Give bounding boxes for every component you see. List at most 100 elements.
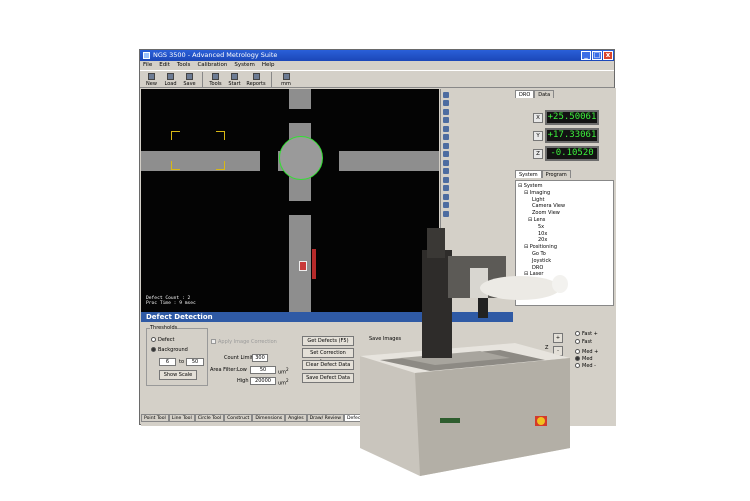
defect-marker[interactable] xyxy=(299,261,307,271)
print-icon[interactable] xyxy=(443,125,449,132)
tree-node[interactable]: Light xyxy=(518,197,611,204)
tools-label: Tools xyxy=(209,81,222,87)
threshold-to-label: to xyxy=(179,359,185,365)
menu-tools[interactable]: Tools xyxy=(177,61,191,70)
threshold-high-input[interactable]: 50 xyxy=(186,358,204,366)
unit-sup: 2 xyxy=(286,367,289,372)
radio-background[interactable]: Background xyxy=(151,347,188,353)
count-limit-input[interactable]: 300 xyxy=(252,354,268,362)
zero-z-button[interactable]: Z xyxy=(533,148,543,159)
radio-background-label: Background xyxy=(158,347,188,353)
menu-help[interactable]: Help xyxy=(262,61,275,70)
grid-icon[interactable] xyxy=(443,176,449,183)
low-input[interactable]: 50 xyxy=(250,366,276,374)
reports-button[interactable]: Reports xyxy=(244,71,268,88)
tab-dro[interactable]: DRO xyxy=(515,90,535,98)
get-defects-button[interactable]: Get Defects (F5) xyxy=(302,336,354,346)
save-defect-data-button[interactable]: Save Defect Data xyxy=(302,373,354,383)
play-icon[interactable] xyxy=(443,108,449,115)
eye-icon[interactable] xyxy=(443,142,449,149)
dro-z-row: Z -0.10520 xyxy=(533,146,599,161)
menu-calibration[interactable]: Calibration xyxy=(197,61,227,70)
trace-gap xyxy=(260,151,278,171)
close-button[interactable]: x xyxy=(603,51,613,60)
dro-x-row: X +25.50061 xyxy=(533,110,599,125)
tab-angles[interactable]: Angles xyxy=(285,414,307,422)
dro-x-value: +25.50061 xyxy=(545,110,599,125)
zoom-out-icon[interactable] xyxy=(443,159,449,166)
radio-defect[interactable]: Defect xyxy=(151,337,174,343)
checkbox-box xyxy=(211,339,216,344)
toolbar: New Load Save Tools Start Reports mm xyxy=(140,70,614,88)
tools-icon xyxy=(212,73,219,80)
bulb-icon[interactable] xyxy=(443,91,449,98)
new-label: New xyxy=(146,81,157,87)
menu-edit[interactable]: Edit xyxy=(159,61,170,70)
trace-gap xyxy=(289,201,311,215)
title-bar[interactable]: NGS 3500 - Advanced Metrology Suite _ □ … xyxy=(140,50,614,61)
tab-data[interactable]: Data xyxy=(534,90,555,98)
high-input[interactable]: 20000 xyxy=(250,377,276,385)
zero-x-button[interactable]: X xyxy=(533,112,543,123)
apply-image-correction-label: Apply Image Correction xyxy=(218,339,277,345)
thresholds-label: Thresholds xyxy=(150,325,178,331)
tree-node[interactable]: ⊟ System xyxy=(518,183,611,190)
fit-icon[interactable] xyxy=(443,168,449,174)
camera-icon[interactable] xyxy=(443,134,449,140)
tab-point-tool[interactable]: Point Tool xyxy=(141,414,169,422)
dro-z-value: -0.10520 xyxy=(545,146,599,161)
crosshair-icon[interactable] xyxy=(443,185,449,191)
show-scale-button[interactable]: Show Scale xyxy=(159,370,197,380)
units-button[interactable]: mm xyxy=(275,71,297,88)
menu-system[interactable]: System xyxy=(234,61,255,70)
zero-y-button[interactable]: Y xyxy=(533,130,543,141)
menu-file[interactable]: File xyxy=(143,61,152,70)
load-button[interactable]: Load xyxy=(161,71,180,88)
minimize-button[interactable]: _ xyxy=(581,51,591,60)
maximize-button[interactable]: □ xyxy=(592,51,602,60)
metrology-machine-photo xyxy=(360,228,570,476)
unit-sup: 2 xyxy=(286,378,289,383)
tab-draw-review[interactable]: Draw/ Review xyxy=(306,414,345,422)
report-icon xyxy=(252,73,260,80)
count-limit-label: Count Limit xyxy=(224,355,253,361)
target-icon[interactable] xyxy=(443,193,449,200)
low-label: Low xyxy=(237,367,247,373)
light-icon[interactable] xyxy=(443,100,449,106)
tab-program[interactable]: Program xyxy=(541,170,571,178)
roi-corner xyxy=(171,161,180,170)
tab-line-tool[interactable]: Line Tool xyxy=(168,414,195,422)
dro-y-row: Y +17.33061 xyxy=(533,128,599,143)
roi-corner xyxy=(216,131,225,140)
column xyxy=(422,250,452,358)
folder-open-icon xyxy=(167,73,174,80)
apply-image-correction-checkbox[interactable]: Apply Image Correction xyxy=(211,339,277,345)
objective xyxy=(478,298,488,318)
save-button[interactable]: Save xyxy=(180,71,199,88)
tree-node-label: Light xyxy=(532,196,545,203)
start-button[interactable]: Start xyxy=(225,71,244,88)
dro-y-value: +17.33061 xyxy=(545,128,599,143)
app-icon xyxy=(143,52,150,59)
overlay-stats: Defect Count : 2 Proc Time : 9 msec xyxy=(146,296,196,306)
clear-defect-data-button[interactable]: Clear Defect Data xyxy=(302,360,354,370)
estop-ring xyxy=(537,417,545,425)
area-filter-label: Area Filter: xyxy=(210,367,238,373)
units-label: mm xyxy=(281,81,291,87)
set-correction-image-button[interactable]: Set Correction Image xyxy=(302,348,354,365)
threshold-low-input[interactable]: 6 xyxy=(159,358,176,366)
system-tabs: System Program xyxy=(515,170,571,178)
tab-circle-tool[interactable]: Circle Tool xyxy=(194,414,225,422)
tab-dimensions[interactable]: Dimensions xyxy=(252,414,286,422)
reports-label: Reports xyxy=(246,81,266,87)
tab-system[interactable]: System xyxy=(515,170,542,178)
tools-button[interactable]: Tools xyxy=(206,71,225,88)
tab-construct[interactable]: Construct xyxy=(224,414,253,422)
load-label: Load xyxy=(164,81,177,87)
tree-node[interactable]: ⊟ Imaging xyxy=(518,190,611,197)
new-button[interactable]: New xyxy=(142,71,161,88)
pointer-icon[interactable] xyxy=(443,117,449,123)
circle-pad xyxy=(279,136,323,180)
zoom-in-icon[interactable] xyxy=(443,151,449,157)
play-icon xyxy=(231,73,238,80)
